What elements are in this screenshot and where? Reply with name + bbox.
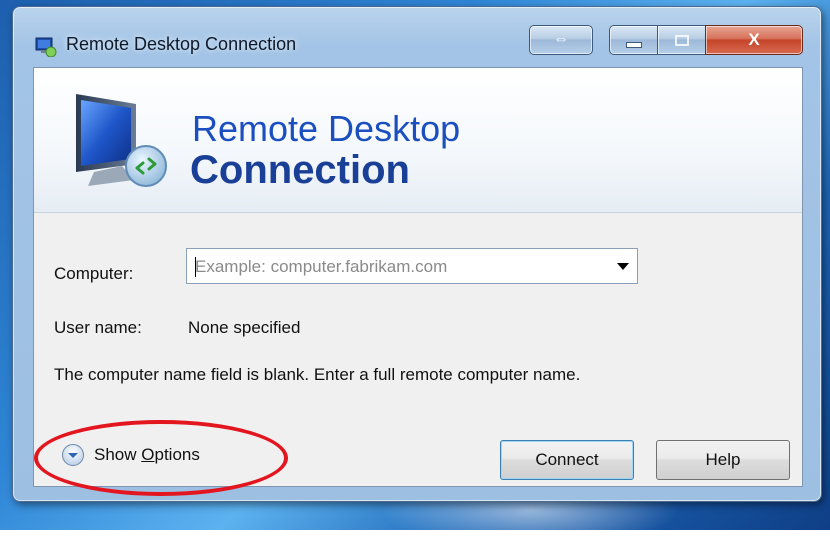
resize-arrows-icon: ⇔ xyxy=(553,31,569,48)
minimize-icon xyxy=(626,42,642,48)
minimize-button[interactable] xyxy=(609,25,659,55)
title-bar[interactable]: Remote Desktop Connection ⇔ X xyxy=(13,7,821,67)
help-button[interactable]: Help xyxy=(656,440,790,480)
show-options-toggle[interactable]: Show Options xyxy=(62,444,200,466)
close-button[interactable]: X xyxy=(705,25,803,55)
close-icon: X xyxy=(748,30,760,49)
user-name-label: User name: xyxy=(54,318,142,337)
resize-button[interactable]: ⇔ xyxy=(529,25,593,55)
connect-button[interactable]: Connect xyxy=(500,440,634,480)
dropdown-arrow-icon[interactable] xyxy=(617,263,629,270)
expand-chevron-icon[interactable] xyxy=(62,444,84,466)
window-title: Remote Desktop Connection xyxy=(66,34,297,54)
computer-combobox[interactable] xyxy=(186,248,638,285)
banner-title-line2: Connection xyxy=(190,148,410,192)
rdc-window: Remote Desktop Connection ⇔ X Remote Des… xyxy=(12,6,822,502)
show-options-label: Show Options xyxy=(94,445,200,464)
status-message: The computer name field is blank. Enter … xyxy=(54,365,581,384)
remote-desktop-app-icon xyxy=(35,37,57,57)
banner-title-line1: Remote Desktop xyxy=(192,108,461,149)
maximize-button[interactable] xyxy=(657,25,707,55)
computer-label: Computer: xyxy=(54,264,134,283)
dialog-client-area: Remote Desktop Connection Computer: User… xyxy=(33,67,803,496)
computer-input[interactable] xyxy=(193,249,607,285)
user-name-value: None specified xyxy=(188,318,301,337)
remote-desktop-monitor-icon xyxy=(76,94,167,187)
maximize-icon xyxy=(675,34,689,46)
header-banner: Remote Desktop Connection xyxy=(34,68,802,213)
